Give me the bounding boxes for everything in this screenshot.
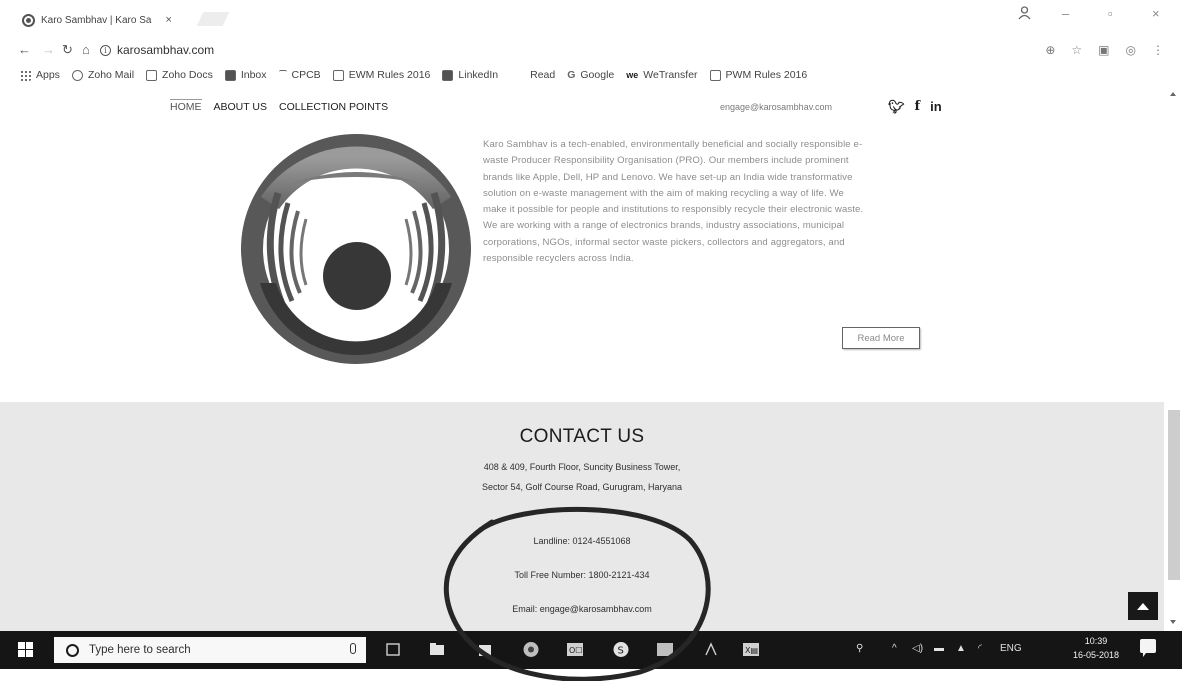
contact-section: CONTACT US 408 & 409, Fourth Floor, Sunc… xyxy=(0,402,1164,631)
reload-icon[interactable]: ↻ xyxy=(62,42,73,58)
bookmark-zoho-docs[interactable]: Zoho Docs xyxy=(146,69,213,81)
nav-collection-points[interactable]: COLLECTION POINTS xyxy=(279,101,388,113)
tab-close-icon[interactable]: × xyxy=(165,14,171,26)
svg-text:X▤: X▤ xyxy=(745,646,758,655)
contact-address-line-1: 408 & 409, Fourth Floor, Suncity Busines… xyxy=(483,462,681,472)
bookmark-pwm-rules[interactable]: PWM Rules 2016 xyxy=(709,69,807,81)
svg-text:S: S xyxy=(618,646,624,657)
wetransfer-icon: we xyxy=(626,70,639,80)
apps-grid-icon xyxy=(20,69,31,81)
store-icon[interactable] xyxy=(476,641,494,658)
battery-icon[interactable]: ▬ xyxy=(934,643,944,654)
zoom-icon[interactable]: ⊕ xyxy=(1045,43,1055,57)
extension-circle-icon[interactable]: ◎ xyxy=(1126,43,1136,57)
bookmark-cpcb[interactable]: CPCB xyxy=(278,69,321,81)
bookmark-apps[interactable]: Apps xyxy=(20,69,60,81)
clock-time: 10:39 xyxy=(1084,636,1108,646)
linkedin-icon[interactable]: in xyxy=(930,99,942,115)
site-favicon-icon xyxy=(22,13,35,27)
language-indicator[interactable]: ENG xyxy=(1000,643,1022,654)
minimize-icon[interactable]: – xyxy=(1062,6,1069,21)
linkedin-icon xyxy=(442,69,454,81)
tray-chevron-icon[interactable]: ^ xyxy=(892,643,897,654)
social-links: 🐦︎ f in xyxy=(888,99,942,115)
outlook-icon[interactable]: O☐ xyxy=(566,641,584,658)
people-icon[interactable]: ⚲ xyxy=(856,643,863,654)
tab-title: Karo Sambhav | Karo Sa xyxy=(41,14,152,26)
url-field[interactable]: i karosambhav.com xyxy=(100,43,214,57)
svg-text:O☐: O☐ xyxy=(569,646,582,655)
facebook-icon[interactable]: f xyxy=(915,99,921,115)
back-to-top-button[interactable] xyxy=(1128,592,1158,620)
page-icon xyxy=(709,69,721,81)
windows-start-icon[interactable] xyxy=(18,642,34,658)
zoho-docs-icon xyxy=(146,69,158,81)
url-text: karosambhav.com xyxy=(117,43,215,57)
nav-about-us[interactable]: ABOUT US xyxy=(214,101,267,113)
browser-tab[interactable]: Karo Sambhav | Karo Sa × xyxy=(22,10,172,30)
zoho-mail-icon xyxy=(71,69,83,81)
menu-dots-icon[interactable]: ⋮ xyxy=(1152,43,1164,57)
window-close-icon[interactable]: × xyxy=(1152,6,1160,21)
profile-icon[interactable] xyxy=(1018,6,1031,20)
restore-icon[interactable]: ▫ xyxy=(1108,6,1113,21)
chrome-icon[interactable] xyxy=(522,641,540,658)
scroll-down-arrow-icon[interactable] xyxy=(1170,620,1176,624)
new-tab-button[interactable] xyxy=(196,12,230,26)
google-icon: G xyxy=(567,69,576,81)
address-bar-actions: ⊕ ☆ ▣ ◎ ⋮ xyxy=(1045,43,1164,57)
about-text: Karo Sambhav is a tech-enabled, environm… xyxy=(483,139,864,265)
word-icon[interactable] xyxy=(656,641,674,658)
bookmark-google[interactable]: G Google xyxy=(567,69,614,81)
address-bar-row: ← → ↻ ⌂ i karosambhav.com ⊕ ☆ ▣ ◎ ⋮ xyxy=(0,38,1182,62)
twitter-icon[interactable]: 🐦︎ xyxy=(888,99,905,115)
contact-address-line-2: Sector 54, Golf Course Road, Gurugram, H… xyxy=(481,482,683,492)
page-icon xyxy=(278,69,287,81)
bookmark-zoho-mail[interactable]: Zoho Mail xyxy=(71,69,134,81)
bookmarks-bar: Apps Zoho Mail Zoho Docs Inbox CPCB EWM … xyxy=(0,64,1182,86)
bookmark-wetransfer[interactable]: we WeTransfer xyxy=(626,69,697,81)
bookmark-star-icon[interactable]: ☆ xyxy=(1071,43,1082,57)
action-center-icon[interactable] xyxy=(1140,639,1156,657)
scroll-up-arrow-icon[interactable] xyxy=(1170,92,1176,96)
contact-landline: Landline: 0124-4551068 xyxy=(533,536,631,546)
scrollbar-thumb[interactable] xyxy=(1168,410,1180,580)
wifi-icon[interactable]: ◜ xyxy=(978,643,982,654)
extension-icon[interactable]: ▣ xyxy=(1098,43,1109,57)
contact-email[interactable]: Email: engage@karosambhav.com xyxy=(0,604,1164,614)
bookmark-ewm-rules[interactable]: EWM Rules 2016 xyxy=(332,69,430,81)
microphone-icon[interactable] xyxy=(350,643,356,654)
inbox-icon xyxy=(224,69,236,81)
karo-sambhav-logo xyxy=(241,134,471,364)
excel-icon[interactable]: X▤ xyxy=(742,641,760,658)
skype-icon[interactable]: S xyxy=(612,641,630,658)
home-icon[interactable]: ⌂ xyxy=(82,42,90,57)
read-more-button[interactable]: Read More xyxy=(842,327,920,349)
contact-title: CONTACT US xyxy=(519,426,645,447)
back-arrow-icon[interactable]: ← xyxy=(18,42,31,57)
forward-arrow-icon[interactable]: → xyxy=(42,42,55,57)
volume-icon[interactable]: ◁) xyxy=(912,643,923,654)
network-icon[interactable]: ▲ xyxy=(956,643,966,654)
contact-toll-free: Toll Free Number: 1800-2121-434 xyxy=(514,570,650,580)
nav-home[interactable]: HOME xyxy=(170,99,202,113)
task-view-icon[interactable] xyxy=(384,641,402,658)
site-nav: HOME ABOUT US COLLECTION POINTS xyxy=(170,99,388,113)
clock-date: 16-05-2018 xyxy=(1072,650,1120,660)
browser-tabstrip: Karo Sambhav | Karo Sa × – ▫ × xyxy=(0,0,1182,36)
page-icon xyxy=(332,69,344,81)
taskbar-search-placeholder: Type here to search xyxy=(89,644,191,656)
acrobat-icon[interactable] xyxy=(702,641,720,658)
taskbar-search-box[interactable]: Type here to search xyxy=(54,637,366,663)
info-icon[interactable]: i xyxy=(100,44,111,56)
bookmark-read[interactable]: Read xyxy=(530,69,555,81)
header-email-link[interactable]: engage@karosambhav.com xyxy=(720,102,832,112)
cortana-icon xyxy=(66,643,79,657)
bookmark-linkedin[interactable]: LinkedIn xyxy=(442,69,498,81)
taskbar-clock[interactable]: 10:39 16-05-2018 xyxy=(1070,634,1122,662)
file-explorer-icon[interactable] xyxy=(428,641,446,658)
windows-taskbar: Type here to search O☐ S X▤ ⚲ ^ ◁) ▬ ▲ ◜… xyxy=(0,631,1182,669)
bookmark-inbox[interactable]: Inbox xyxy=(224,69,267,81)
